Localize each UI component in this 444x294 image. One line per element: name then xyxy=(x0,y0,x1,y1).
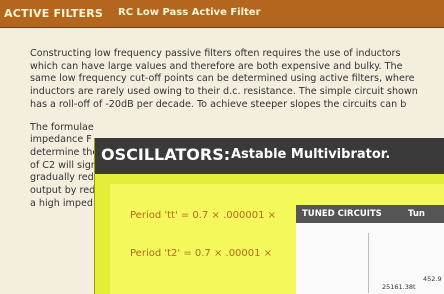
section-title: TUNED CIRCUITS xyxy=(302,209,382,219)
section-title: ACTIVE FILTERS xyxy=(4,7,104,20)
section-subtitle: Tun xyxy=(408,209,425,219)
period-t1-formula: Period 'tt' = 0.7 × .000001 × xyxy=(130,210,276,221)
section-subtitle: RC Low Pass Active Filter xyxy=(118,7,261,18)
active-filters-titlebar[interactable]: ACTIVE FILTERS RC Low Pass Active Filter xyxy=(0,0,444,28)
graph-axis xyxy=(368,233,369,293)
tuned-circuits-window: TUNED CIRCUITS Tun 452.9 25161.38t xyxy=(296,205,444,294)
section-title: OSCILLATORS: xyxy=(101,145,231,164)
readout-value-2: 25161.38t xyxy=(382,283,416,291)
filters-paragraph-1: Constructing low frequency passive filte… xyxy=(30,48,418,110)
tuned-circuits-titlebar[interactable]: TUNED CIRCUITS Tun xyxy=(296,205,444,223)
readout-value-1: 452.9 xyxy=(423,275,442,283)
oscillators-titlebar[interactable]: OSCILLATORS: Astable Multivibrator. xyxy=(95,138,444,174)
section-subtitle: Astable Multivibrator. xyxy=(231,147,391,162)
period-t2-formula: Period 't2' = 0.7 × .00001 × xyxy=(130,248,273,259)
